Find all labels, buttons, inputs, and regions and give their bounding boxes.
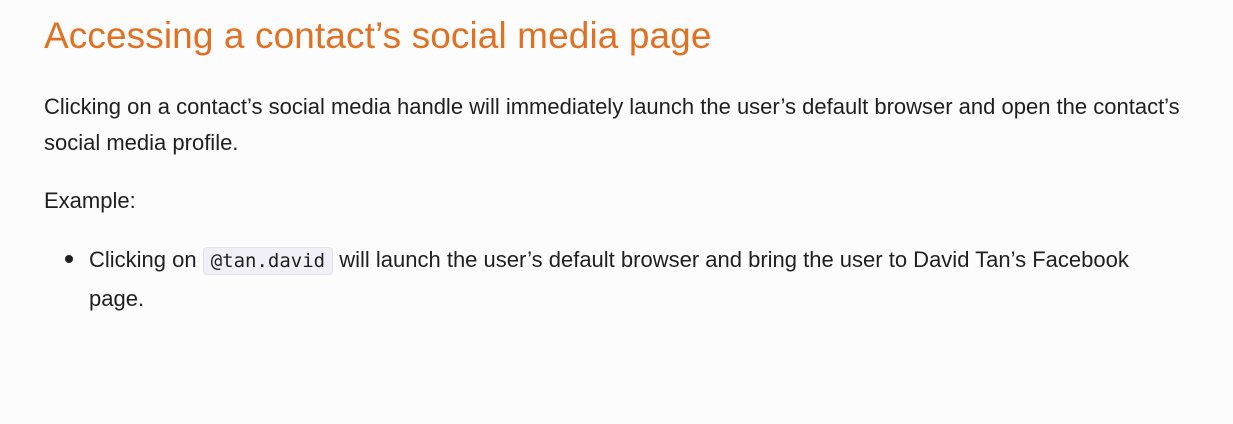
list-item: Clicking on @tan.david will launch the u… <box>65 241 1184 317</box>
bullet-icon <box>65 255 73 263</box>
intro-paragraph: Clicking on a contact’s social media han… <box>44 94 1180 155</box>
social-handle-code: @tan.david <box>202 247 334 275</box>
example-list: Clicking on @tan.david will launch the u… <box>44 241 1184 317</box>
example-label: Example: <box>44 188 136 213</box>
example-prefix: Clicking on <box>89 247 203 272</box>
section-heading: Accessing a contact’s social media page <box>44 15 712 56</box>
document-content: Accessing a contact’s social media page … <box>0 0 1184 317</box>
